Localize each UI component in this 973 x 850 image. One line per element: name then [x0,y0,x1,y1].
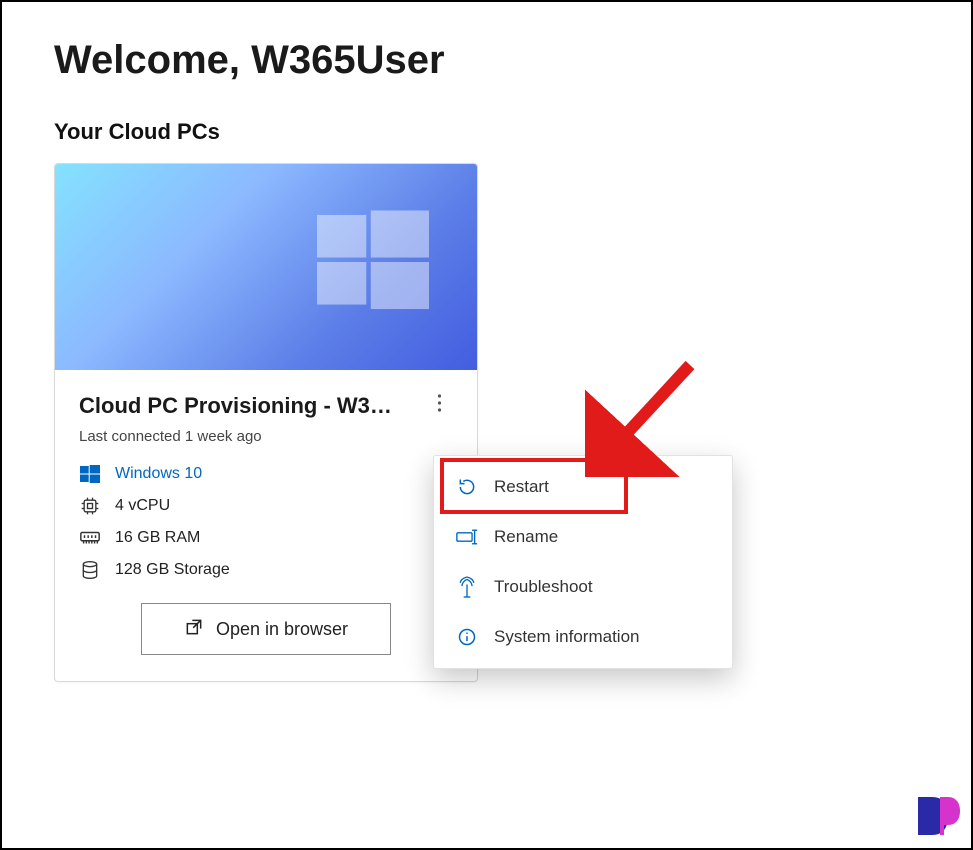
storage-icon [79,559,101,581]
windows-icon [79,463,101,485]
section-title: Your Cloud PCs [54,119,943,145]
card-title-row: Cloud PC Provisioning - W3… [79,392,453,420]
ram-label: 16 GB RAM [115,529,200,547]
more-vertical-icon [437,394,442,418]
info-icon [456,626,478,648]
open-button-label: Open in browser [216,619,348,640]
storage-label: 128 GB Storage [115,561,230,579]
cpu-icon [79,495,101,517]
menu-troubleshoot-label: Troubleshoot [494,577,593,597]
menu-rename[interactable]: Rename [434,512,732,562]
os-label: Windows 10 [115,465,202,483]
os-link[interactable]: Windows 10 [79,463,453,485]
card-body: Cloud PC Provisioning - W3… Last connect… [55,370,477,681]
card-title: Cloud PC Provisioning - W3… [79,393,417,419]
menu-system-info-label: System information [494,627,640,647]
more-options-button[interactable] [425,392,453,420]
menu-restart[interactable]: Restart [434,462,732,512]
windows-logo-icon [317,206,429,318]
ram-icon [79,527,101,549]
cpu-label: 4 vCPU [115,497,170,515]
ram-spec: 16 GB RAM [79,527,453,549]
troubleshoot-icon [456,576,478,598]
context-menu: Restart Rename Troubleshoot System infor… [433,455,733,669]
welcome-heading: Welcome, W365User [54,38,943,83]
menu-troubleshoot[interactable]: Troubleshoot [434,562,732,612]
cpu-spec: 4 vCPU [79,495,453,517]
storage-spec: 128 GB Storage [79,559,453,581]
rename-icon [456,526,478,548]
last-connected-text: Last connected 1 week ago [79,428,453,445]
open-in-browser-button[interactable]: Open in browser [141,603,391,655]
card-hero [55,164,477,370]
cloud-pc-card: Cloud PC Provisioning - W3… Last connect… [54,163,478,682]
brand-logo-icon [909,788,965,844]
menu-restart-label: Restart [494,477,549,497]
menu-system-info[interactable]: System information [434,612,732,662]
open-external-icon [184,617,204,642]
restart-icon [456,476,478,498]
menu-rename-label: Rename [494,527,558,547]
